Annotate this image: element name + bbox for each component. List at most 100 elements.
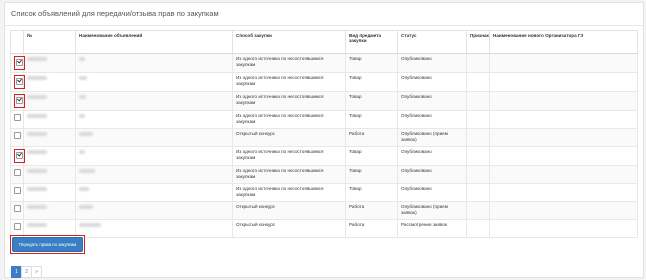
- name-cell[interactable]: [75, 219, 233, 238]
- name-cell[interactable]: [75, 183, 233, 202]
- name-cell[interactable]: [75, 128, 233, 147]
- method-cell: Из одного источника по несостоявшимся за…: [232, 72, 346, 92]
- redacted-number: [27, 56, 47, 61]
- number-cell: [23, 201, 76, 220]
- table-row[interactable]: Из одного источника по несостоявшимся за…: [10, 110, 638, 129]
- subject-cell: Товар: [345, 183, 398, 202]
- col-header-subject[interactable]: Вид предмета закупки: [345, 30, 398, 54]
- redacted-name: [79, 56, 85, 61]
- method-cell: Из одного источника по несостоявшимся за…: [232, 91, 346, 111]
- subject-cell: Работа: [345, 219, 398, 238]
- table-header-row: № Наименование объявлений Способ закупки…: [10, 30, 638, 54]
- number-cell: [23, 146, 76, 166]
- select-cell: [10, 72, 25, 92]
- table-row[interactable]: Открытый конкурс Работа Опубликовано (прие…: [10, 128, 638, 147]
- status-cell: Опубликовано (прием заявок): [397, 128, 467, 147]
- select-cell: [10, 146, 25, 166]
- next-page-button[interactable]: »: [31, 266, 42, 278]
- announcements-table: № Наименование объявлений Способ закупки…: [10, 30, 638, 238]
- redacted-number: [27, 131, 47, 136]
- row-checkbox[interactable]: [14, 205, 21, 212]
- name-cell[interactable]: [75, 165, 233, 184]
- status-cell: Опубликовано: [397, 165, 467, 184]
- redacted-number: [27, 168, 47, 173]
- method-cell: Открытый конкурс: [232, 128, 346, 147]
- number-cell: [23, 91, 76, 111]
- new-organizer-cell: [489, 201, 638, 220]
- checkbox-highlight: [14, 56, 25, 70]
- number-cell: [23, 128, 76, 147]
- col-header-sign[interactable]: Признак: [466, 30, 490, 54]
- table-row[interactable]: Из одного источника по несостоявшимся за…: [10, 91, 638, 111]
- table-row[interactable]: Открытый конкурс Работа Рассмотрение заяво…: [10, 219, 638, 238]
- new-organizer-cell: [489, 91, 638, 111]
- col-header-select: [10, 30, 24, 54]
- redacted-name: [79, 113, 85, 118]
- row-checkbox[interactable]: [16, 59, 23, 66]
- table-row[interactable]: Из одного источника по несостоявшимся за…: [10, 183, 638, 202]
- new-organizer-cell: [489, 72, 638, 92]
- col-header-name[interactable]: Наименование объявлений: [75, 30, 233, 54]
- row-checkbox[interactable]: [16, 97, 23, 104]
- transfer-rights-button[interactable]: Передать права по закупкам: [12, 237, 84, 252]
- table-row[interactable]: Из одного источника по несостоявшимся за…: [10, 53, 638, 73]
- subject-cell: Товар: [345, 53, 398, 73]
- col-header-number[interactable]: №: [23, 30, 76, 54]
- pagination: 1 2 »: [11, 266, 42, 278]
- col-header-status[interactable]: Статус: [397, 30, 467, 54]
- redacted-number: [27, 222, 47, 227]
- new-organizer-cell: [489, 146, 638, 166]
- method-cell: Из одного источника по несостоявшимся за…: [232, 183, 346, 202]
- new-organizer-cell: [489, 165, 638, 184]
- new-organizer-cell: [489, 219, 638, 238]
- method-cell: Из одного источника по несостоявшимся за…: [232, 146, 346, 166]
- status-cell: Опубликовано: [397, 146, 467, 166]
- subject-cell: Товар: [345, 146, 398, 166]
- sign-cell: [466, 146, 490, 166]
- sign-cell: [466, 110, 490, 129]
- table-row[interactable]: Из одного источника по несостоявшимся за…: [10, 72, 638, 92]
- select-cell: [10, 53, 25, 73]
- name-cell[interactable]: [75, 53, 233, 73]
- panel-title: Список объявлений для передачи/отзыва пр…: [11, 9, 219, 18]
- select-cell: [10, 110, 24, 129]
- subject-cell: Товар: [345, 165, 398, 184]
- redacted-number: [27, 186, 47, 191]
- redacted-number: [27, 113, 47, 118]
- name-cell[interactable]: [75, 91, 233, 111]
- number-cell: [23, 72, 76, 92]
- method-cell: Открытый конкурс: [232, 201, 346, 220]
- table-row[interactable]: Открытый конкурс Работа Опубликовано (прие…: [10, 201, 638, 220]
- status-cell: Опубликовано (прием заявок): [397, 201, 467, 220]
- redacted-number: [27, 149, 47, 154]
- col-header-new-organizer[interactable]: Наименование нового Организатора ГЗ: [489, 30, 638, 54]
- name-cell[interactable]: [75, 110, 233, 129]
- number-cell: [23, 165, 76, 184]
- method-cell: Из одного источника по несостоявшимся за…: [232, 53, 346, 73]
- row-checkbox[interactable]: [14, 187, 21, 194]
- row-checkbox[interactable]: [14, 223, 21, 230]
- name-cell[interactable]: [75, 201, 233, 220]
- name-cell[interactable]: [75, 146, 233, 166]
- sign-cell: [466, 165, 490, 184]
- number-cell: [23, 110, 76, 129]
- row-checkbox[interactable]: [14, 169, 21, 176]
- status-cell: Рассмотрение заявок: [397, 219, 467, 238]
- subject-cell: Товар: [345, 91, 398, 111]
- table-row[interactable]: Из одного источника по несостоявшимся за…: [10, 146, 638, 166]
- method-cell: Открытый конкурс: [232, 219, 346, 238]
- row-checkbox[interactable]: [16, 152, 23, 159]
- subject-cell: Работа: [345, 128, 398, 147]
- sign-cell: [466, 72, 490, 92]
- row-checkbox[interactable]: [14, 132, 21, 139]
- table-row[interactable]: Из одного источника по несостоявшимся за…: [10, 165, 638, 184]
- name-cell[interactable]: [75, 72, 233, 92]
- col-header-method[interactable]: Способ закупки: [232, 30, 346, 54]
- status-cell: Опубликовано: [397, 110, 467, 129]
- select-cell: [10, 165, 24, 184]
- number-cell: [23, 53, 76, 73]
- table-body: Из одного источника по несостоявшимся за…: [10, 53, 638, 238]
- method-cell: Из одного источника по несостоявшимся за…: [232, 110, 346, 129]
- row-checkbox[interactable]: [16, 78, 23, 85]
- row-checkbox[interactable]: [14, 114, 21, 121]
